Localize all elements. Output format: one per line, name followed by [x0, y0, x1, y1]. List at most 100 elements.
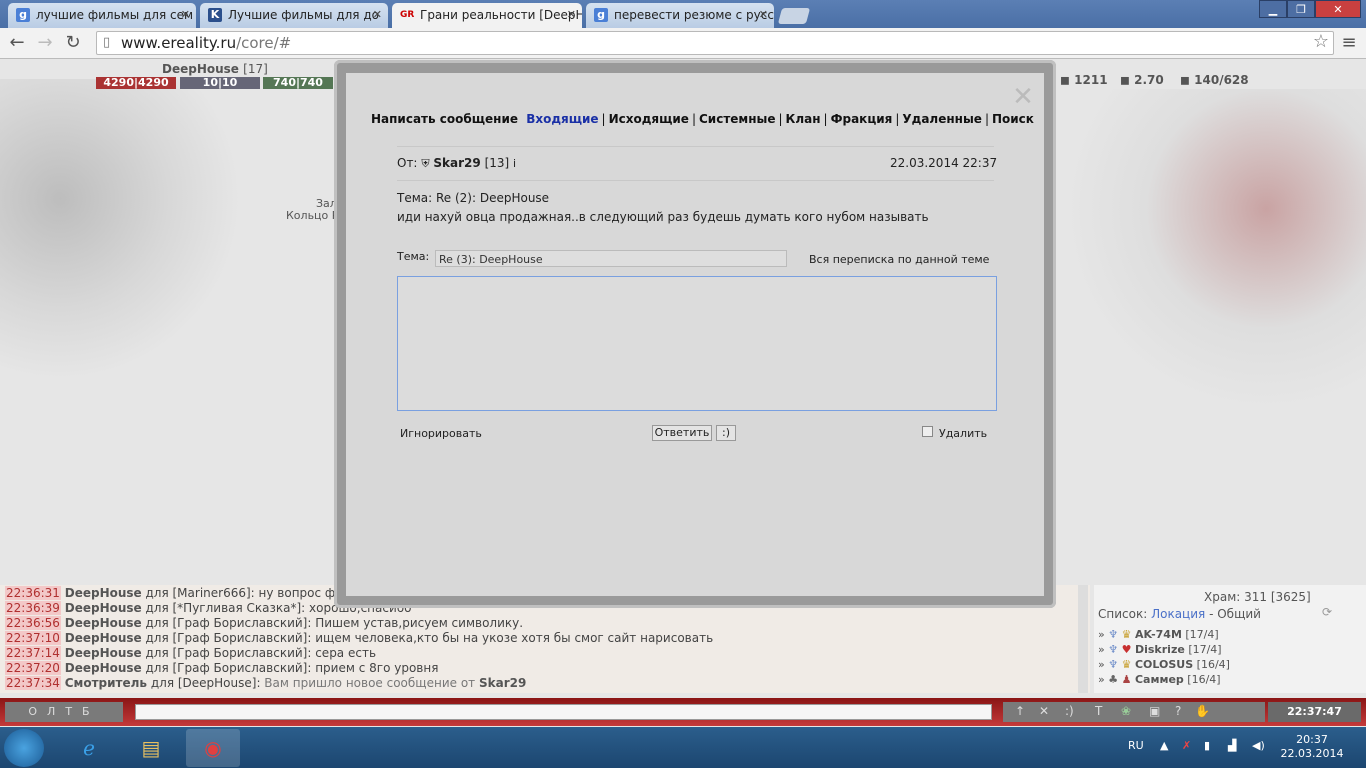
chat-time[interactable]: 22:36:39: [5, 601, 61, 615]
nav-search[interactable]: Поиск: [992, 112, 1034, 126]
list-location-link[interactable]: Локация: [1151, 607, 1205, 621]
tab-title: лучшие фильмы для сем: [36, 8, 194, 22]
close-tab-icon[interactable]: ✕: [759, 3, 768, 27]
nav-inbox[interactable]: Входящие: [526, 112, 598, 126]
nav-separator: |: [601, 112, 606, 126]
online-user[interactable]: » ♣ ♟ Саммер [16/4]: [1098, 673, 1221, 686]
chat-scrollbar[interactable]: [1078, 585, 1088, 693]
menu-icon[interactable]: ≡: [1338, 32, 1360, 54]
user-level: [16/4]: [1187, 673, 1221, 686]
reply-textarea[interactable]: [397, 276, 997, 411]
close-window-icon[interactable]: ✕: [1315, 0, 1361, 18]
volume-icon[interactable]: ◀): [1252, 739, 1265, 752]
chat-nick[interactable]: Смотритель: [65, 676, 147, 690]
reply-button[interactable]: Ответить: [652, 425, 712, 441]
reload-icon[interactable]: ↻: [62, 32, 84, 54]
battery-icon[interactable]: ▮: [1204, 739, 1210, 752]
new-tab-button[interactable]: [777, 8, 811, 24]
online-user[interactable]: » ♆ ♥ Diskrize [17/4]: [1098, 643, 1222, 656]
nav-write[interactable]: Написать сообщение: [371, 112, 518, 126]
browser-tab-4[interactable]: g перевести резюме с русс ✕: [586, 3, 774, 28]
browser-tab-1[interactable]: g лучшие фильмы для сем ✕: [8, 3, 196, 28]
rank-icon: ♛: [1121, 628, 1132, 641]
user-name[interactable]: Саммер: [1135, 673, 1184, 686]
nav-faction[interactable]: Фракция: [831, 112, 893, 126]
sender-level: [13]: [484, 156, 510, 170]
internet-explorer-icon[interactable]: ℯ: [62, 729, 116, 767]
chat-time[interactable]: 22:36:31: [5, 586, 61, 600]
hand-icon[interactable]: ✋: [1195, 704, 1210, 718]
reply-subject-input[interactable]: Re (3): DeepHouse: [435, 250, 787, 267]
chat-time[interactable]: 22:37:20: [5, 661, 61, 675]
nav-clan[interactable]: Клан: [786, 112, 821, 126]
smile-icon[interactable]: :): [1065, 704, 1074, 718]
restore-icon[interactable]: ❐: [1287, 0, 1315, 18]
close-window-x-icon[interactable]: ✕: [1008, 82, 1038, 112]
user-name[interactable]: COLOSUS: [1135, 658, 1193, 671]
chat-time[interactable]: 22:37:14: [5, 646, 61, 660]
sender-name[interactable]: Skar29: [433, 156, 480, 170]
close-tab-icon[interactable]: ✕: [567, 3, 576, 27]
chat-line: 22:36:56 DeepHouse для [Граф Бориславски…: [5, 616, 523, 631]
chat-nick[interactable]: DeepHouse: [65, 631, 142, 645]
refresh-icon[interactable]: ⟳: [1322, 605, 1332, 619]
input-language[interactable]: RU: [1128, 739, 1144, 752]
signal-icon[interactable]: ▟: [1228, 739, 1236, 752]
browser-tab-2[interactable]: K Лучшие фильмы для до ✕: [200, 3, 388, 28]
chat-time[interactable]: 22:36:56: [5, 616, 61, 630]
user-name[interactable]: AK-74M: [1135, 628, 1182, 641]
tray-arrow-icon[interactable]: ▲: [1160, 739, 1168, 752]
chat-nick[interactable]: DeepHouse: [65, 601, 142, 615]
chat-input[interactable]: [135, 704, 992, 720]
help-icon[interactable]: ?: [1175, 704, 1181, 718]
chat-sender-nick[interactable]: Skar29: [479, 676, 526, 690]
address-bar[interactable]: ▯ www.ereality.ru/core/# ☆: [96, 31, 1334, 55]
chat-nick[interactable]: DeepHouse: [65, 661, 142, 675]
file-explorer-icon[interactable]: ▤: [124, 729, 178, 767]
divider: [397, 146, 994, 147]
chat-time[interactable]: 22:37:34: [5, 676, 61, 690]
network-error-icon[interactable]: ✗: [1182, 739, 1191, 752]
chat-channel-buttons[interactable]: ОЛТБ: [5, 702, 123, 722]
forward-arrow-icon[interactable]: →: [34, 32, 56, 54]
smiles-button[interactable]: :): [716, 425, 736, 441]
chat-nick[interactable]: DeepHouse: [65, 586, 142, 600]
browser-tab-3-active[interactable]: GR Грани реальности [DeepH ✕: [392, 3, 582, 28]
taskbar-time[interactable]: 20:37: [1288, 733, 1336, 746]
filter-icon[interactable]: ❀: [1121, 704, 1131, 718]
close-tab-icon[interactable]: ✕: [181, 3, 190, 27]
nav-deleted[interactable]: Удаленные: [902, 112, 982, 126]
chrome-icon[interactable]: ◉: [186, 729, 240, 767]
translit-icon[interactable]: T: [1095, 704, 1102, 718]
clear-icon[interactable]: ✕: [1039, 704, 1049, 718]
chat-nick[interactable]: DeepHouse: [65, 646, 142, 660]
back-arrow-icon[interactable]: ←: [6, 32, 28, 54]
thread-link[interactable]: Вся переписка по данной теме: [809, 253, 989, 266]
chat-line: 22:37:10 DeepHouse для [Граф Бориславски…: [5, 631, 713, 646]
clan-shield-icon: ⛨: [421, 157, 430, 170]
close-tab-icon[interactable]: ✕: [373, 3, 382, 27]
nav-separator: |: [823, 112, 828, 126]
info-icon[interactable]: ⅰ: [513, 157, 516, 170]
nav-outbox[interactable]: Исходящие: [609, 112, 689, 126]
list-general[interactable]: - Общий: [1209, 607, 1261, 621]
delete-checkbox[interactable]: [922, 426, 933, 437]
screen-icon[interactable]: ▣: [1149, 704, 1160, 718]
ereality-favicon-icon: GR: [400, 10, 415, 20]
bookmark-star-icon[interactable]: ☆: [1313, 31, 1329, 53]
left-decoration: [0, 79, 340, 599]
chat-time[interactable]: 22:37:10: [5, 631, 61, 645]
chat-nick[interactable]: DeepHouse: [65, 616, 142, 630]
windows-start-icon[interactable]: [4, 729, 44, 767]
chat-text: для [Граф Бориславский]: сера есть: [141, 646, 377, 660]
nav-system[interactable]: Системные: [699, 112, 776, 126]
online-user[interactable]: » ♆ ♛ AK-74M [17/4]: [1098, 628, 1219, 641]
ignore-link[interactable]: Игнорировать: [400, 427, 482, 440]
taskbar-date[interactable]: 22.03.2014: [1280, 747, 1344, 760]
clan-icon: ♆: [1108, 658, 1119, 671]
browser-toolbar: ← → ↻ ▯ www.ereality.ru/core/# ☆ ≡: [0, 28, 1366, 59]
minimize-icon[interactable]: ▁: [1259, 0, 1287, 18]
up-arrow-icon[interactable]: ↑: [1015, 704, 1025, 718]
user-name[interactable]: Diskrize: [1135, 643, 1185, 656]
online-user[interactable]: » ♆ ♛ COLOSUS [16/4]: [1098, 658, 1230, 671]
